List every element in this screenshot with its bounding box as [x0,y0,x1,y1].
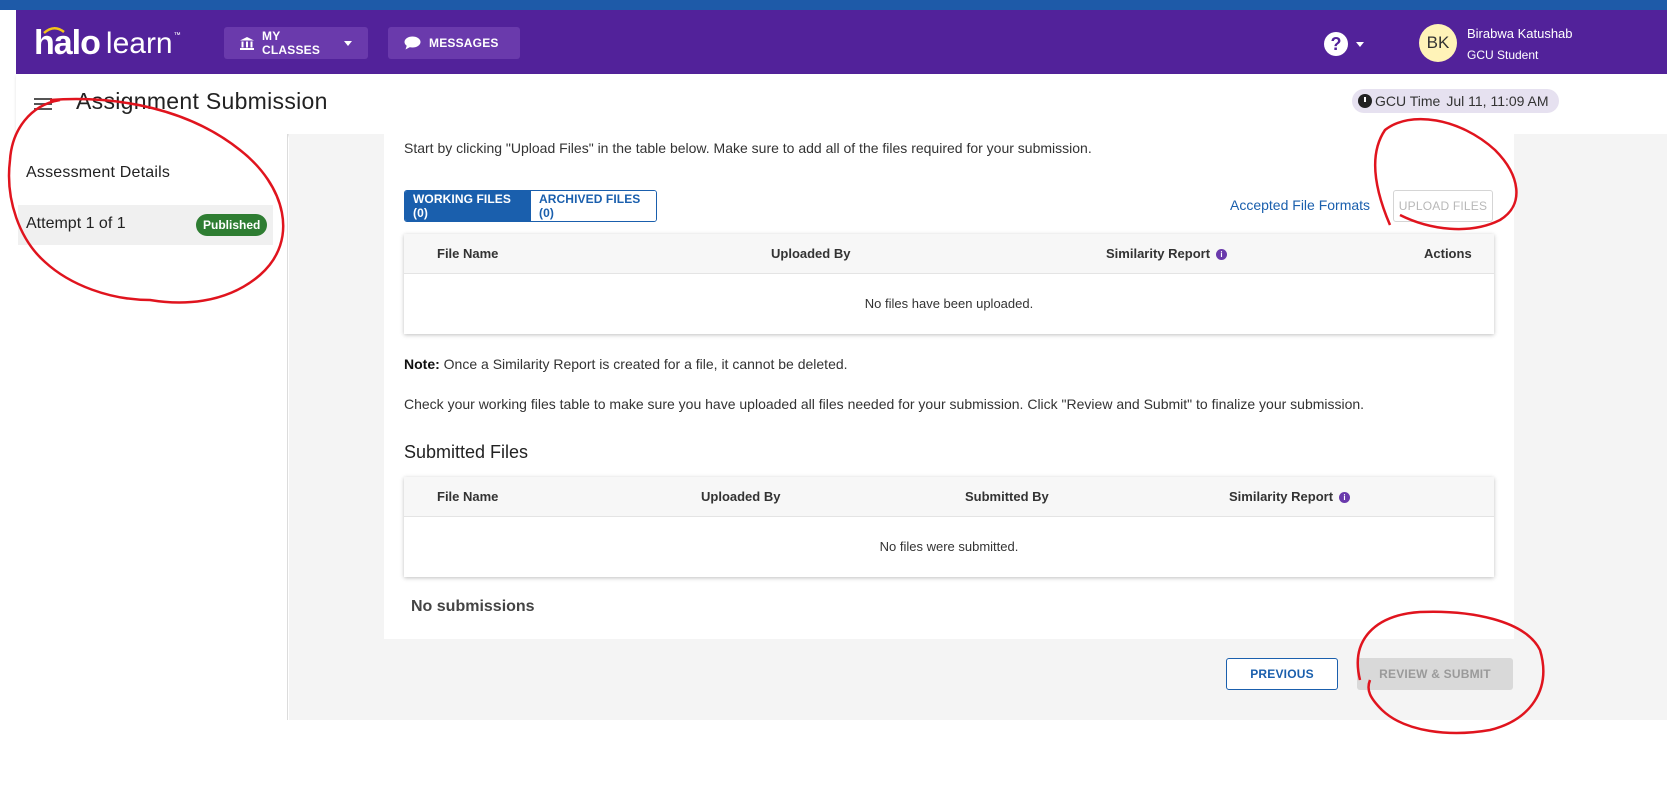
chevron-down-icon [344,40,352,46]
logo-trademark: ™ [173,32,181,39]
my-classes-button[interactable]: MY CLASSES [224,27,368,59]
tab-archived-files[interactable]: ARCHIVED FILES (0) [530,191,656,221]
submission-card: Start by clicking "Upload Files" in the … [384,134,1514,639]
no-submissions-text: No submissions [411,598,535,615]
top-nav-bar: halo learn ™ MY CLASSES MESSAGES ? BK Bi… [16,10,1667,74]
sidebar: Assessment Details Attempt 1 of 1 Publis… [16,134,288,720]
avatar[interactable]: BK [1419,24,1457,62]
col-file-name[interactable]: File Name [437,246,498,261]
working-files-table: File Name Uploaded By Similarity Report i… [404,234,1494,334]
tab-working-files[interactable]: WORKING FILES (0) [405,191,530,221]
clock-icon [1358,94,1372,108]
my-classes-label: MY CLASSES [262,29,321,57]
submitted-files-heading: Submitted Files [404,442,529,462]
sidebar-item-assessment-details[interactable]: Assessment Details [26,164,170,182]
col-similarity-label: Similarity Report [1106,246,1211,261]
halo-arc-icon [43,27,65,34]
accepted-file-formats-link[interactable]: Accepted File Formats [1230,197,1370,213]
note-text: Once a Similarity Report is created for … [439,356,848,372]
hamburger-menu-icon[interactable] [34,98,52,110]
table-header: File Name Uploaded By Similarity Report i… [404,234,1494,274]
browser-tab-strip [0,0,1667,10]
note-label: Note: [404,356,440,372]
halo-learn-logo[interactable]: halo learn ™ [34,24,181,60]
upload-files-button[interactable]: UPLOAD FILES [1393,190,1493,222]
empty-message: No files were submitted. [879,539,1019,554]
col-file-name[interactable]: File Name [437,489,498,504]
gcu-time-badge: GCU Time Jul 11, 11:09 AM [1352,89,1559,113]
user-role: GCU Student [1467,48,1539,62]
page-header: Assignment Submission GCU Time Jul 11, 1… [16,74,1667,134]
previous-button[interactable]: PREVIOUS [1226,658,1338,690]
review-submit-button[interactable]: REVIEW & SUBMIT [1357,658,1513,690]
status-badge: Published [196,214,268,236]
user-name[interactable]: Birabwa Katushab [1467,26,1573,41]
info-icon[interactable]: i [1339,492,1351,504]
page-title: Assignment Submission [76,88,328,114]
time-value: Jul 11, 11:09 AM [1446,93,1549,109]
col-similarity-report[interactable]: Similarity Report i [1229,489,1351,504]
chevron-down-icon [1356,41,1364,47]
col-submitted-by[interactable]: Submitted By [965,489,1049,504]
col-similarity-report[interactable]: Similarity Report i [1106,246,1228,261]
submitted-files-table: File Name Uploaded By Submitted By Simil… [404,477,1494,577]
table-header: File Name Uploaded By Submitted By Simil… [404,477,1494,517]
window-edge [0,10,16,785]
info-icon[interactable]: i [1216,249,1228,261]
col-uploaded-by[interactable]: Uploaded By [771,246,850,261]
time-label: GCU Time [1375,93,1441,109]
table-empty-row: No files were submitted. [404,517,1494,577]
check-instructions: Check your working files table to make s… [404,396,1365,412]
messages-label: MESSAGES [429,36,499,50]
sidebar-item-attempt[interactable]: Attempt 1 of 1 Published [18,205,273,245]
file-tabs: WORKING FILES (0) ARCHIVED FILES (0) [404,190,657,222]
similarity-note: Note: Once a Similarity Report is create… [404,356,848,372]
chat-bubble-icon [404,36,421,50]
col-similarity-label: Similarity Report [1229,489,1334,504]
attempt-label: Attempt 1 of 1 [26,215,126,232]
logo-learn-text: learn [105,27,173,60]
col-uploaded-by[interactable]: Uploaded By [701,489,780,504]
help-icon: ? [1324,32,1348,56]
institution-icon [240,36,254,50]
empty-message: No files have been uploaded. [864,296,1034,311]
table-empty-row: No files have been uploaded. [404,274,1494,334]
messages-button[interactable]: MESSAGES [388,27,520,59]
help-menu[interactable]: ? [1324,32,1364,56]
col-actions: Actions [1424,246,1472,261]
intro-text: Start by clicking "Upload Files" in the … [404,140,1092,156]
